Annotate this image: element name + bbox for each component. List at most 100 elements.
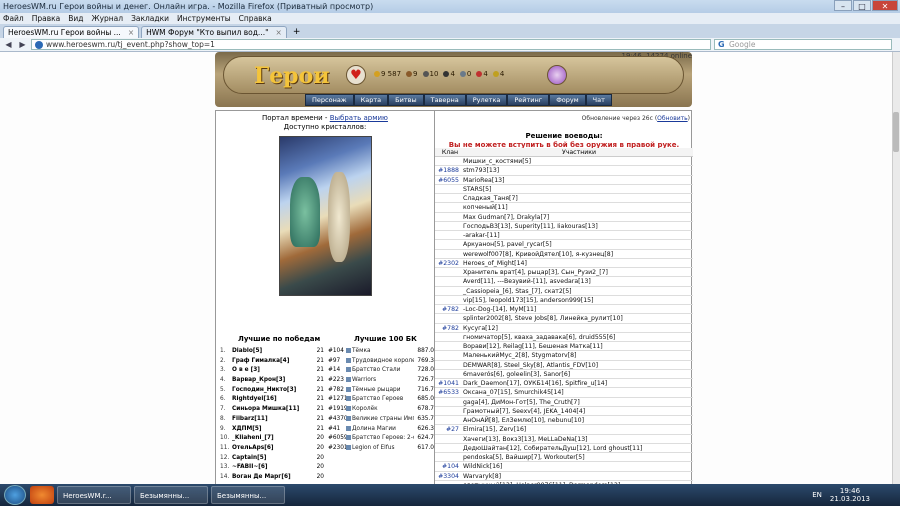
participants[interactable]: _Cassiopeia_[6], Stas_[7], скат2[5] — [461, 287, 693, 295]
participants[interactable]: werewolf007[8], КривойДятел[10], я-кузне… — [461, 250, 693, 258]
menu-file[interactable]: Файл — [3, 13, 24, 24]
back-icon[interactable]: ◀ — [3, 39, 14, 50]
close-tab-icon[interactable]: × — [128, 27, 134, 38]
participants[interactable]: Warvaryk[8] — [461, 472, 693, 480]
player-name[interactable]: Diablo[5] — [232, 347, 312, 357]
clan-id[interactable]: #782 — [328, 386, 346, 396]
clan-id[interactable] — [435, 444, 461, 452]
menu-edit[interactable]: Правка — [32, 13, 61, 24]
participants[interactable]: ГосподьВ3[13], Superity[11], Iiakouras[1… — [461, 222, 693, 230]
participants[interactable]: -arakar-[11] — [461, 231, 693, 239]
participants[interactable]: Аркуанон[5], pavel_rycar[5] — [461, 240, 693, 248]
game-menu-tavern[interactable]: Таверна — [423, 94, 466, 106]
game-menu-forum[interactable]: Форум — [549, 94, 586, 106]
clan-id[interactable] — [435, 231, 461, 239]
menu-history[interactable]: Журнал — [92, 13, 124, 24]
participants[interactable]: Грамотный[7], Seexv[4], JEKA_1404[4] — [461, 407, 693, 415]
participants[interactable]: Сладкая_Таня[7] — [461, 194, 693, 202]
participants[interactable]: gaga[4], ДиМон-Гот[5], The_Cruth[7] — [461, 398, 693, 406]
clan-name[interactable]: Королёк — [346, 405, 414, 415]
clan-name[interactable]: Братство Героев — [346, 395, 414, 405]
forward-icon[interactable]: ▶ — [17, 39, 28, 50]
clan-id[interactable] — [435, 203, 461, 211]
menu-view[interactable]: Вид — [68, 13, 83, 24]
firefox-icon[interactable] — [30, 486, 54, 504]
player-name[interactable]: Господин_Никто[3] — [232, 386, 312, 396]
menu-tools[interactable]: Инструменты — [177, 13, 231, 24]
game-menu-battles[interactable]: Битвы — [388, 94, 424, 106]
participants[interactable]: Max Gudman[7], Drakyla[7] — [461, 213, 693, 221]
clan-id[interactable]: #2301 — [328, 444, 348, 454]
player-name[interactable]: Воган Де Марг[6] — [232, 473, 312, 483]
clan-id[interactable]: #782 — [435, 305, 461, 313]
close-icon[interactable]: ✕ — [872, 0, 898, 11]
participants[interactable]: DEMWAR[8], Steel_Sky[8], Atlantis_FDV[10… — [461, 361, 693, 369]
clan-id[interactable]: #3304 — [435, 472, 461, 480]
participants[interactable]: Averd[11], ---Везувий-[11], asvedara[13] — [461, 277, 693, 285]
participants[interactable]: MarioRea[13] — [461, 176, 693, 184]
participants[interactable]: копченый[11] — [461, 203, 693, 211]
game-menu-roulette[interactable]: Рулетка — [465, 94, 508, 106]
clan-name[interactable]: Трудовидное королевство — [346, 357, 414, 367]
player-name[interactable]: _Kliaheni_[7] — [232, 434, 312, 444]
player-name[interactable]: Граф Гималка[4] — [232, 357, 312, 367]
clan-id[interactable] — [435, 250, 461, 258]
clan-id[interactable]: #223 — [328, 376, 346, 386]
player-name[interactable]: Fiibarz[11] — [232, 415, 312, 425]
taskbar-item-untitled-2[interactable]: Безымянны... — [211, 486, 285, 504]
game-menu-chat[interactable]: Чат — [585, 94, 612, 106]
clan-id[interactable] — [435, 453, 461, 461]
minimize-icon[interactable]: – — [834, 0, 852, 11]
participants[interactable]: Мишки_с_костями[5] — [461, 157, 693, 165]
maximize-icon[interactable]: □ — [853, 0, 871, 11]
clan-id[interactable]: #6059 — [328, 434, 348, 444]
clan-id[interactable] — [435, 361, 461, 369]
clan-id[interactable] — [435, 370, 461, 378]
participants[interactable]: ДедюШайтан[12], СобирательДуш[12], Lord … — [461, 444, 693, 452]
participants[interactable]: vip[15], leopold173[15], anderson999[15] — [461, 296, 693, 304]
choose-army-link[interactable]: Выбрать армию — [330, 114, 388, 122]
clan-id[interactable] — [435, 333, 461, 341]
participants[interactable]: stm793[13] — [461, 166, 693, 174]
game-logo[interactable]: Герои — [254, 63, 330, 89]
clan-id[interactable]: #4370 — [328, 415, 348, 425]
clan-id[interactable] — [435, 416, 461, 424]
clan-name[interactable]: Долина Магии — [346, 425, 414, 435]
participants[interactable]: Ворави[12], Reilag[11], Бешеная Матка[11… — [461, 342, 693, 350]
game-menu-character[interactable]: Персонаж — [305, 94, 354, 106]
clan-id[interactable] — [435, 222, 461, 230]
clan-id[interactable]: #104 — [435, 462, 461, 470]
clan-id[interactable]: #1271 — [328, 395, 348, 405]
player-name[interactable]: Синьора Мишка[11] — [232, 405, 312, 415]
clan-id[interactable] — [435, 435, 461, 443]
clan-id[interactable] — [435, 185, 461, 193]
player-name[interactable]: ОтельАрs[6] — [232, 444, 312, 454]
clan-id[interactable] — [435, 213, 461, 221]
clan-id[interactable]: #6533 — [435, 388, 461, 396]
participants[interactable]: Elmira[15], Zerv[16] — [461, 425, 693, 433]
player-name[interactable]: ХДПМ[5] — [232, 425, 312, 435]
clan-name[interactable]: Legion of Elfus — [346, 444, 414, 454]
clan-id[interactable]: #27 — [435, 425, 461, 433]
participants[interactable]: 6maverós[6], goleelin[3], Sanor[6] — [461, 370, 693, 378]
menu-bookmarks[interactable]: Закладки — [131, 13, 169, 24]
participants[interactable]: Кусуга[12] — [461, 324, 693, 332]
game-menu-map[interactable]: Карта — [353, 94, 389, 106]
clan-name[interactable]: Тёмные рыцари — [346, 386, 414, 396]
new-tab-icon[interactable]: + — [289, 26, 305, 38]
search-input[interactable]: G Google — [714, 39, 892, 50]
clan-id[interactable]: #1041 — [435, 379, 461, 387]
game-menu-rating[interactable]: Рейтинг — [507, 94, 550, 106]
participants[interactable]: STARS[5] — [461, 185, 693, 193]
clan-id[interactable]: #782 — [435, 324, 461, 332]
clan-name[interactable]: Warriors — [346, 376, 414, 386]
clan-id[interactable]: #97 — [328, 357, 346, 367]
player-name[interactable]: ~FABII~[6] — [232, 463, 312, 473]
clan-id[interactable] — [435, 314, 461, 322]
clan-id[interactable] — [435, 194, 461, 202]
participants[interactable]: Хачеги[13], Вокз3[13], MeLLaDeNa[13] — [461, 435, 693, 443]
participants[interactable]: Оксана_07[15], Smurchik45[14] — [461, 388, 693, 396]
menu-help[interactable]: Справка — [239, 13, 272, 24]
clock[interactable]: 19:46 21.03.2013 — [830, 487, 870, 503]
clan-id[interactable]: #2302 — [435, 259, 461, 267]
